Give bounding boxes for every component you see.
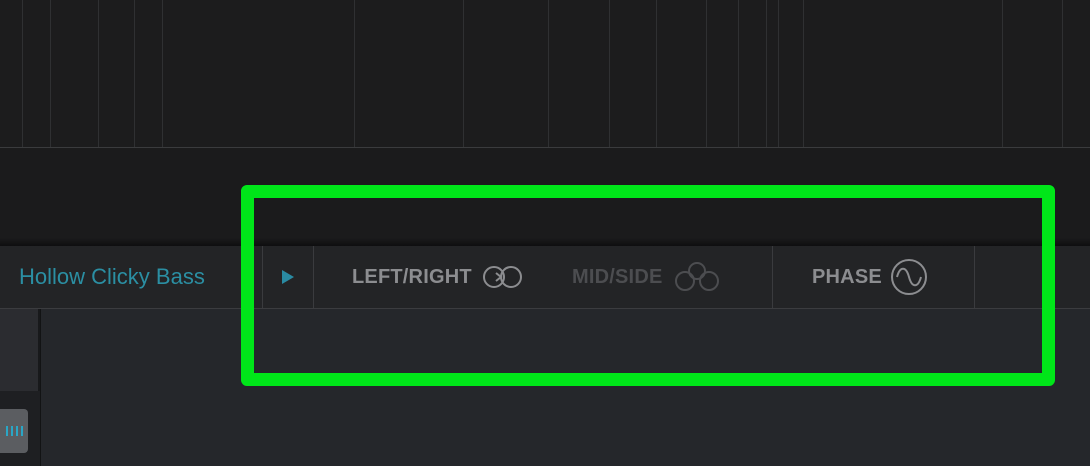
grid-line [778, 0, 779, 147]
grid-line [706, 0, 707, 147]
tab-mid-side[interactable]: MID/SIDE [572, 246, 723, 308]
tab-phase-label: PHASE [812, 265, 882, 288]
toolbar-divider [772, 246, 773, 308]
toolbar-divider [974, 246, 975, 308]
fader-handle[interactable] [0, 409, 28, 453]
play-button[interactable] [262, 246, 313, 308]
frequency-grid [0, 0, 1090, 148]
sine-wave-icon [890, 258, 928, 296]
lower-panel [0, 309, 1090, 466]
grid-line [1002, 0, 1003, 147]
left-strip-panel [0, 309, 40, 391]
grid-line [98, 0, 99, 147]
tab-left-right[interactable]: LEFT/RIGHT [352, 246, 526, 308]
grid-line [803, 0, 804, 147]
grid-line [738, 0, 739, 147]
fader-grip-icon [5, 426, 23, 436]
mid-side-circles-icon [671, 261, 723, 293]
grid-line [162, 0, 163, 147]
left-right-circles-icon [480, 264, 526, 290]
mode-toolbar: Hollow Clicky Bass LEFT/RIGHT MID/SIDE P… [0, 246, 1090, 309]
grid-line [134, 0, 135, 147]
tab-mid-side-label: MID/SIDE [572, 265, 663, 288]
grid-line [22, 0, 23, 147]
left-strip [0, 309, 41, 466]
display-lower-region [0, 148, 1090, 245]
tab-phase[interactable]: PHASE [812, 246, 928, 308]
grid-line [50, 0, 51, 147]
play-icon [281, 270, 294, 284]
spectrum-display [0, 0, 1090, 246]
toolbar-divider [313, 246, 314, 308]
plugin-window: Hollow Clicky Bass LEFT/RIGHT MID/SIDE P… [0, 0, 1090, 466]
tab-left-right-label: LEFT/RIGHT [352, 265, 472, 288]
grid-line [548, 0, 549, 147]
grid-line [609, 0, 610, 147]
preset-name[interactable]: Hollow Clicky Bass [19, 264, 205, 290]
grid-line [656, 0, 657, 147]
grid-line [766, 0, 767, 147]
grid-line [463, 0, 464, 147]
grid-line [1062, 0, 1063, 147]
toolbar-divider [262, 246, 263, 308]
toolbar-shadow [0, 238, 1090, 246]
grid-line [354, 0, 355, 147]
